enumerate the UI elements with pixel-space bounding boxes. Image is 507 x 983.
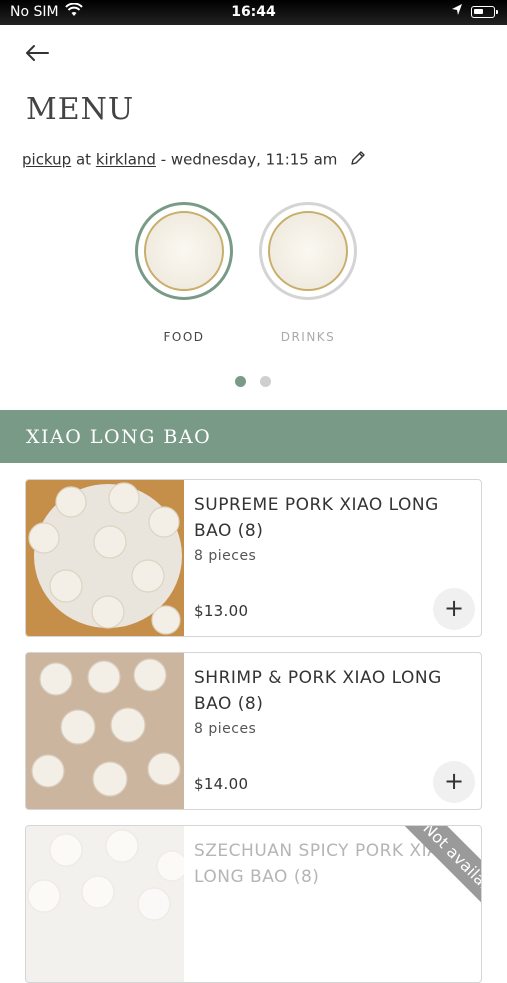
category-food[interactable]: FOOD: [135, 202, 233, 344]
item-price: $13.00: [194, 602, 249, 620]
restaurant-logo: [268, 211, 348, 291]
menu-item-card[interactable]: SUPREME PORK XIAO LONG BAO (8) 8 pieces …: [25, 479, 482, 637]
item-name: SZECHUAN SPICY PORK XIAO LONG BAO (8): [194, 841, 453, 887]
status-bar: No SIM 16:44: [0, 0, 507, 25]
restaurant-logo: [144, 211, 224, 291]
page-title: MENU: [26, 92, 135, 127]
category-drinks[interactable]: DRINKS: [259, 202, 357, 344]
item-photo: [26, 480, 184, 636]
menu-item-card[interactable]: SHRIMP & PORK XIAO LONG BAO (8) 8 pieces…: [25, 652, 482, 810]
pickup-time-text: - wednesday, 11:15 am: [160, 150, 338, 169]
clock: 16:44: [231, 4, 276, 20]
location-arrow-icon: [451, 3, 463, 21]
battery-icon: [471, 6, 498, 18]
back-arrow-icon[interactable]: [22, 38, 52, 68]
item-description: 8 pieces: [194, 721, 257, 737]
category-food-ring: [135, 202, 233, 300]
item-name: SHRIMP & PORK XIAO LONG BAO (8): [194, 668, 442, 714]
category-food-label: FOOD: [163, 330, 205, 344]
page-indicator: [235, 372, 285, 391]
edit-pencil-icon[interactable]: [350, 150, 366, 170]
item-photo: [26, 653, 184, 809]
pickup-at-text: at: [75, 150, 92, 169]
item-description: 8 pieces: [194, 548, 257, 564]
page-dot-2[interactable]: [260, 376, 271, 387]
add-to-cart-button[interactable]: +: [433, 588, 475, 630]
item-photo: [26, 826, 184, 982]
section-title: XIAO LONG BAO: [26, 426, 212, 448]
page-dot-1[interactable]: [235, 376, 246, 387]
category-drinks-label: DRINKS: [280, 330, 336, 344]
section-header: XIAO LONG BAO: [0, 410, 507, 463]
item-price: $14.00: [194, 775, 249, 793]
add-to-cart-button[interactable]: +: [433, 761, 475, 803]
pickup-location-link[interactable]: kirkland: [96, 151, 156, 169]
pickup-info: pickup at kirkland - wednesday, 11:15 am: [22, 150, 366, 170]
category-drinks-ring: [259, 202, 357, 300]
item-name: SUPREME PORK XIAO LONG BAO (8): [194, 495, 439, 541]
pickup-mode-link[interactable]: pickup: [22, 151, 71, 169]
menu-item-card[interactable]: SZECHUAN SPICY PORK XIAO LONG BAO (8) No…: [25, 825, 482, 983]
